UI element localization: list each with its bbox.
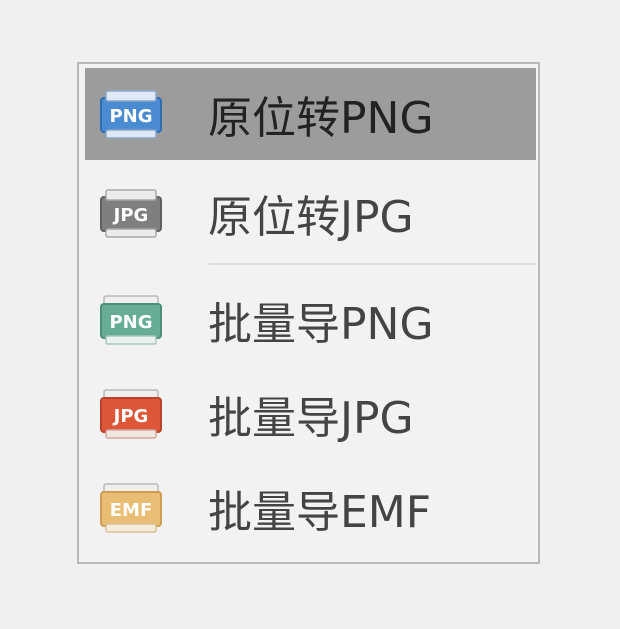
context-menu: PNG 原位转PNG JPG 原位转JPG PNG 批量导PNG JPG 批量导… <box>77 62 540 564</box>
jpg-red-icon: JPG <box>100 389 162 439</box>
png-green-icon: PNG <box>100 295 162 345</box>
jpg-gray-icon: JPG <box>100 189 162 238</box>
png-blue-icon: PNG <box>100 90 162 139</box>
svg-text:PNG: PNG <box>109 312 152 333</box>
svg-text:JPG: JPG <box>112 205 149 226</box>
menu-item-label: 原位转JPG <box>208 192 414 243</box>
menu-item-convert-png[interactable]: PNG 原位转PNG <box>85 68 536 160</box>
menu-item-label: 原位转PNG <box>208 93 434 144</box>
menu-item-batch-emf[interactable]: EMF 批量导EMF <box>85 462 536 554</box>
menu-item-batch-jpg[interactable]: JPG 批量导JPG <box>85 368 536 460</box>
menu-item-label: 批量导EMF <box>208 487 432 538</box>
menu-separator <box>209 263 536 265</box>
menu-item-convert-jpg[interactable]: JPG 原位转JPG <box>85 167 536 259</box>
svg-text:PNG: PNG <box>109 106 152 127</box>
menu-item-batch-png[interactable]: PNG 批量导PNG <box>85 274 536 366</box>
menu-item-label: 批量导PNG <box>208 299 434 350</box>
svg-text:JPG: JPG <box>112 406 149 427</box>
menu-item-label: 批量导JPG <box>208 393 414 444</box>
emf-yellow-icon: EMF <box>100 483 162 533</box>
svg-text:EMF: EMF <box>110 500 153 521</box>
